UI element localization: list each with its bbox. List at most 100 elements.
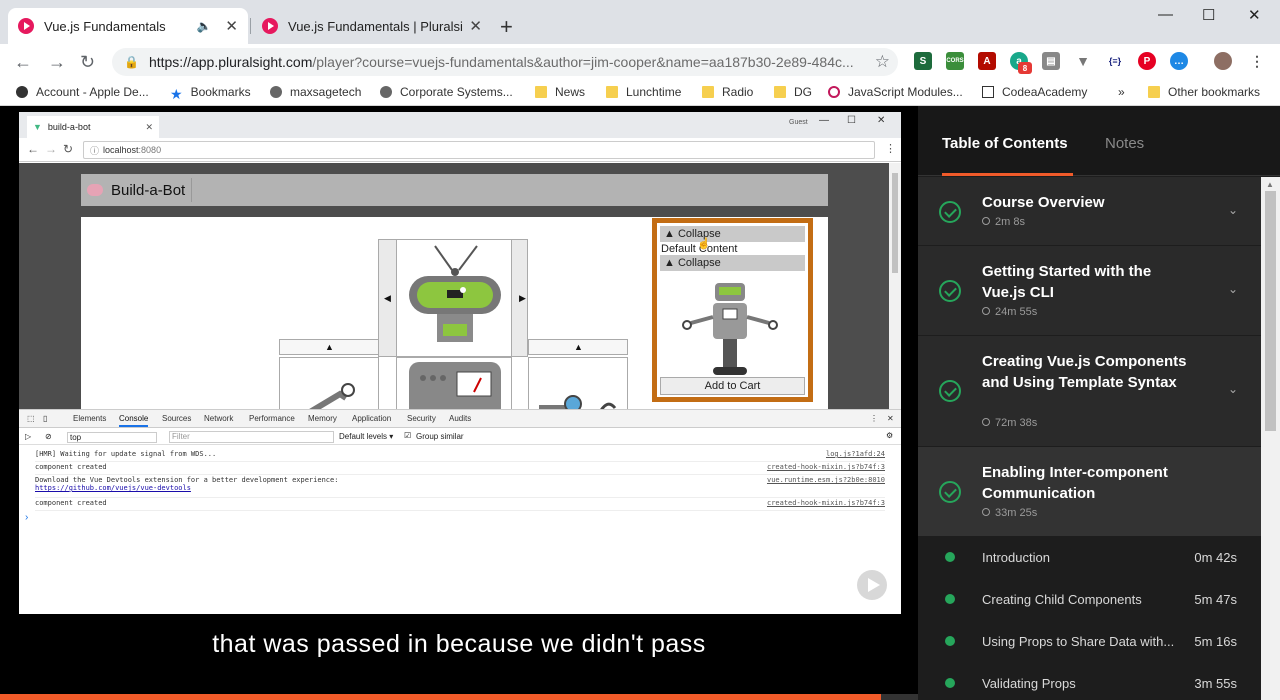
head-next-arrow[interactable]: ▶	[519, 293, 526, 304]
bookmark-label: maxsagetech	[290, 85, 362, 99]
video-progress-bar[interactable]	[0, 694, 918, 700]
clip-item[interactable]: Validating Props 3m 55s	[918, 663, 1261, 700]
tab-vuejs-fundamentals[interactable]: Vue.js Fundamentals 🔈 ✕	[8, 8, 248, 44]
bookmark-radio[interactable]: Radio	[702, 85, 753, 99]
inner-reload-icon: ↻	[63, 142, 74, 156]
video-player[interactable]: ▼ build-a-bot ✕ Guest — ☐ ✕ ← → ↻ ⓘ loca…	[0, 106, 918, 700]
chevron-down-icon[interactable]: ⌄	[1228, 382, 1238, 396]
inner-tab-title: build-a-bot	[47, 122, 91, 132]
collapse-toggle-2[interactable]: ▲ Collapse	[660, 255, 805, 271]
tab-title: Vue.js Fundamentals | Pluralsight	[288, 18, 464, 34]
chevron-down-icon[interactable]: ⌄	[1228, 282, 1238, 296]
clip-item[interactable]: Creating Child Components 5m 47s	[918, 579, 1261, 621]
completed-dot-icon	[945, 678, 955, 688]
devtools-close-icon: ✕	[887, 414, 894, 423]
bookmarks-overflow-button[interactable]: »	[1118, 85, 1125, 99]
inner-maximize-icon: ☐	[847, 115, 856, 126]
scroll-up-icon[interactable]: ▲	[1266, 180, 1274, 189]
comment-extension-icon[interactable]: ▤	[1042, 52, 1060, 70]
bookmark-other[interactable]: Other bookmarks	[1148, 85, 1260, 99]
bookmark-bookmarks[interactable]: ★ Bookmarks	[170, 85, 251, 102]
address-bar[interactable]: 🔒 https://app.pluralsight.com /player?co…	[112, 48, 898, 76]
devtools-tab: Security	[407, 414, 436, 423]
module-duration: 33m 25s	[982, 507, 1037, 519]
devtools-inspect-icon: ⬚	[27, 414, 35, 423]
speaker-icon[interactable]: 🔈	[196, 19, 211, 33]
inner-menu-icon: ⋮	[885, 143, 896, 155]
forward-button[interactable]: →	[48, 52, 66, 73]
collapse-toggle-1[interactable]: ▲ Collapse	[660, 226, 805, 242]
bookmark-star-icon[interactable]: ☆	[875, 52, 890, 72]
inner-close-tab-icon: ✕	[145, 121, 153, 132]
bookmark-label: JavaScript Modules...	[848, 85, 963, 99]
folder-icon	[606, 86, 618, 98]
bookmark-lunchtime[interactable]: Lunchtime	[606, 85, 681, 99]
tab-title: Vue.js Fundamentals	[44, 18, 166, 34]
extension-cors-icon[interactable]: CORS	[946, 52, 964, 70]
devtools-tab: Network	[204, 414, 234, 423]
bookmark-news[interactable]: News	[535, 85, 585, 99]
maximize-button[interactable]: ☐	[1202, 6, 1215, 24]
pinterest-icon[interactable]: P	[1138, 52, 1156, 70]
log-source-link: created-hook-mixin.js?b74f:3	[766, 499, 885, 507]
tab-notes[interactable]: Notes	[1105, 135, 1144, 152]
robot-logo-icon	[87, 184, 103, 196]
module-duration: 24m 55s	[982, 306, 1037, 318]
menu-kebab-icon[interactable]: ⋮	[1248, 52, 1266, 70]
robot-builder-canvas: ◀ ▶ ▲ ▲ ▲ Collapse Default Content ☝ ▲ C…	[81, 217, 828, 409]
bookmark-js-modules[interactable]: JavaScript Modules...	[828, 85, 963, 99]
bookmark-codecademy[interactable]: CodeaAcademy	[982, 85, 1087, 99]
inner-page-scrollbar	[889, 163, 901, 409]
json-extension-icon[interactable]: {≡}	[1106, 52, 1124, 70]
close-tab-icon[interactable]: ✕	[469, 17, 482, 35]
group-similar-label: Group similar	[416, 432, 464, 441]
back-button[interactable]: ←	[14, 52, 32, 73]
module-title: Course Overview	[982, 194, 1105, 211]
tab-table-of-contents[interactable]: Table of Contents	[942, 135, 1068, 152]
bookmark-maxsagetech[interactable]: maxsagetech	[270, 85, 361, 99]
close-tab-icon[interactable]: ✕	[225, 17, 238, 35]
add-to-cart-button[interactable]: Add to Cart	[660, 377, 805, 395]
console-filter-bar: ▷ ⊘ top Filter Default levels ▾ ☑ Group …	[19, 429, 901, 445]
url-host: https://app.pluralsight.com	[148, 54, 313, 70]
extension-s-icon[interactable]: S	[914, 52, 932, 70]
inner-address-bar: ⓘ localhost:8080	[83, 141, 875, 159]
chevron-down-icon[interactable]: ⌄	[1228, 203, 1238, 217]
tab-pluralsight[interactable]: Vue.js Fundamentals | Pluralsight ✕	[252, 8, 492, 44]
vue-extension-icon[interactable]: ▼	[1074, 52, 1092, 70]
toc-scrollbar[interactable]: ▲	[1261, 177, 1280, 700]
right-arm-up-arrow[interactable]: ▲	[574, 342, 583, 352]
clip-title: Introduction	[982, 550, 1050, 565]
clip-item[interactable]: Using Props to Share Data with... 5m 16s	[918, 621, 1261, 663]
bookmark-apple[interactable]: Account - Apple De...	[16, 85, 149, 99]
minimize-button[interactable]: —	[1158, 6, 1173, 23]
star-icon: ★	[170, 86, 183, 102]
inner-url-port: :8080	[138, 145, 162, 155]
messenger-icon[interactable]: …	[1170, 52, 1188, 70]
bookmark-label: Account - Apple De...	[36, 85, 149, 99]
devtools-panel: ⬚ ▯ Elements Console Sources Network Per…	[19, 409, 901, 614]
bookmark-dg[interactable]: DG	[774, 85, 812, 99]
inner-tab-build-a-bot: ▼ build-a-bot ✕	[27, 116, 159, 138]
left-arm-up-arrow[interactable]: ▲	[325, 342, 334, 352]
new-tab-button[interactable]: +	[500, 14, 513, 40]
inner-toolbar: ← → ↻ ⓘ localhost:8080 ⋮	[19, 138, 901, 162]
video-progress-fill	[0, 694, 882, 700]
reload-button[interactable]: ↻	[80, 52, 95, 73]
completed-check-icon	[939, 481, 961, 503]
devtools-tab: Audits	[449, 414, 472, 423]
folder-icon	[535, 86, 547, 98]
module-item[interactable]: Creating Vue.js Components and Using Tem…	[918, 336, 1261, 447]
extension-pdf-icon[interactable]: A	[978, 52, 996, 70]
profile-avatar[interactable]	[1214, 52, 1232, 70]
toc-scroll-thumb[interactable]	[1265, 191, 1276, 431]
close-window-button[interactable]: ✕	[1248, 6, 1261, 24]
head-prev-arrow[interactable]: ◀	[384, 293, 391, 304]
module-item-current[interactable]: Enabling Inter-component Communication 3…	[918, 447, 1261, 537]
clip-item[interactable]: Introduction 0m 42s	[918, 537, 1261, 579]
log-text: component created	[35, 499, 107, 507]
log-source-link: log.js?1afd:24	[825, 450, 885, 458]
module-item[interactable]: Getting Started with the Vue.js CLI 24m …	[918, 246, 1261, 336]
module-item[interactable]: Course Overview 2m 8s ⌄	[918, 177, 1261, 246]
bookmark-corporate[interactable]: Corporate Systems...	[380, 85, 513, 99]
